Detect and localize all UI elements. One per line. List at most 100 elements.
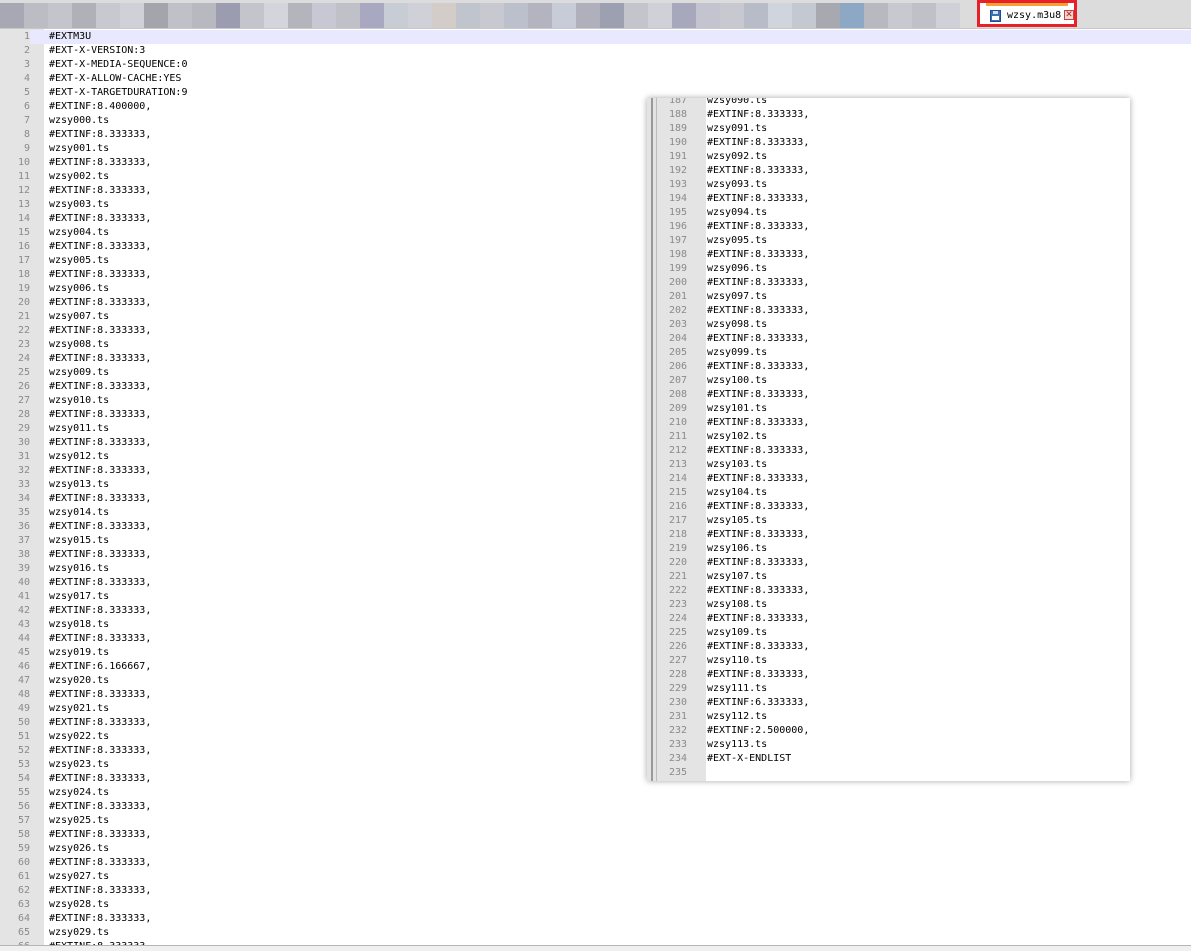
blurred-tab[interactable] <box>144 3 168 28</box>
code-line[interactable]: 65 wzsy029.ts <box>0 926 1191 940</box>
panel-code-line: 188 #EXTINF:8.333333, <box>647 108 1130 122</box>
line-number: 28 <box>17 409 30 420</box>
line-number: 51 <box>17 731 30 742</box>
line-text: wzsy093.ts <box>707 179 768 190</box>
code-line[interactable]: 55 wzsy024.ts <box>0 786 1191 800</box>
blurred-tab[interactable] <box>672 3 696 28</box>
panel-code-line: 203 wzsy098.ts <box>647 318 1130 332</box>
line-text: #EXTINF:8.333333, <box>49 129 152 140</box>
line-text: wzsy106.ts <box>707 543 768 554</box>
blurred-tab[interactable] <box>432 3 456 28</box>
panel-code-line: 227 wzsy110.ts <box>647 654 1130 668</box>
blurred-tab[interactable] <box>648 3 672 28</box>
horizontal-scrollbar[interactable] <box>0 945 1191 951</box>
code-line[interactable]: 57 wzsy025.ts <box>0 814 1191 828</box>
line-text: #EXTINF:8.333333, <box>707 193 810 204</box>
blurred-tab[interactable] <box>24 3 48 28</box>
line-number: 209 <box>668 403 687 414</box>
line-text: wzsy098.ts <box>707 319 768 330</box>
line-text: wzsy029.ts <box>49 927 110 938</box>
line-number: 42 <box>17 605 30 616</box>
blurred-tab[interactable] <box>600 3 624 28</box>
blurred-tab[interactable] <box>528 3 552 28</box>
line-text: #EXTINF:8.333333, <box>49 885 152 896</box>
line-text: wzsy018.ts <box>49 619 110 630</box>
panel-code-line: 232 #EXTINF:2.500000, <box>647 724 1130 738</box>
blurred-tab[interactable] <box>216 3 240 28</box>
blurred-tab[interactable] <box>336 3 360 28</box>
line-text: #EXTINF:8.333333, <box>49 213 152 224</box>
line-number: 45 <box>17 647 30 658</box>
code-line[interactable]: 63 wzsy028.ts <box>0 898 1191 912</box>
line-number: 20 <box>17 297 30 308</box>
blurred-tab[interactable] <box>360 3 384 28</box>
blurred-tab[interactable] <box>816 3 840 28</box>
line-number: 193 <box>668 179 687 190</box>
close-icon[interactable]: ✕ <box>1064 10 1074 20</box>
code-line[interactable]: 4 #EXT-X-ALLOW-CACHE:YES <box>0 72 1191 86</box>
line-number: 19 <box>17 283 30 294</box>
line-text: wzsy092.ts <box>707 151 768 162</box>
blurred-tab[interactable] <box>696 3 720 28</box>
panel-code-line: 206 #EXTINF:8.333333, <box>647 360 1130 374</box>
panel-code-line: 229 wzsy111.ts <box>647 682 1130 696</box>
blurred-tab[interactable] <box>792 3 816 28</box>
blurred-tab[interactable] <box>744 3 768 28</box>
blurred-tab[interactable] <box>504 3 528 28</box>
line-text: #EXTINF:8.333333, <box>49 521 152 532</box>
line-number: 200 <box>668 277 687 288</box>
blurred-tab[interactable] <box>768 3 792 28</box>
code-line[interactable]: 62 #EXTINF:8.333333, <box>0 884 1191 898</box>
panel-code-line: 224 #EXTINF:8.333333, <box>647 612 1130 626</box>
code-line[interactable]: 59 wzsy026.ts <box>0 842 1191 856</box>
line-text: #EXTINF:8.333333, <box>707 221 810 232</box>
tab-bar: wzsy.m3u8 ✕ <box>0 0 1191 28</box>
blurred-tab[interactable] <box>408 3 432 28</box>
line-text: wzsy006.ts <box>49 283 110 294</box>
code-line[interactable]: 58 #EXTINF:8.333333, <box>0 828 1191 842</box>
blurred-tab[interactable] <box>120 3 144 28</box>
line-text: #EXTINF:8.333333, <box>707 529 810 540</box>
code-line[interactable]: 1 #EXTM3U <box>0 30 1191 44</box>
line-number: 213 <box>668 459 687 470</box>
line-number: 24 <box>17 353 30 364</box>
blurred-tab[interactable] <box>912 3 936 28</box>
line-text: wzsy020.ts <box>49 675 110 686</box>
blurred-tab[interactable] <box>312 3 336 28</box>
blurred-tab[interactable] <box>624 3 648 28</box>
blurred-tab[interactable] <box>888 3 912 28</box>
blurred-tab[interactable] <box>480 3 504 28</box>
code-line[interactable]: 61 wzsy027.ts <box>0 870 1191 884</box>
line-number: 196 <box>668 221 687 232</box>
line-number: 55 <box>17 787 30 798</box>
blurred-tab[interactable] <box>864 3 888 28</box>
line-text: wzsy099.ts <box>707 347 768 358</box>
code-line[interactable]: 2 #EXT-X-VERSION:3 <box>0 44 1191 58</box>
line-text: wzsy094.ts <box>707 207 768 218</box>
blurred-tab[interactable] <box>168 3 192 28</box>
code-line[interactable]: 64 #EXTINF:8.333333, <box>0 912 1191 926</box>
line-text: wzsy101.ts <box>707 403 768 414</box>
blurred-tab[interactable] <box>48 3 72 28</box>
blurred-tab[interactable] <box>240 3 264 28</box>
blurred-tab[interactable] <box>192 3 216 28</box>
blurred-tab[interactable] <box>264 3 288 28</box>
line-number: 217 <box>668 515 687 526</box>
blurred-tab[interactable] <box>288 3 312 28</box>
code-line[interactable]: 56 #EXTINF:8.333333, <box>0 800 1191 814</box>
code-line[interactable]: 60 #EXTINF:8.333333, <box>0 856 1191 870</box>
panel-code-line: 197 wzsy095.ts <box>647 234 1130 248</box>
blurred-tab[interactable] <box>720 3 744 28</box>
code-line[interactable]: 3 #EXT-X-MEDIA-SEQUENCE:0 <box>0 58 1191 72</box>
panel-code-line: 202 #EXTINF:8.333333, <box>647 304 1130 318</box>
blurred-tab[interactable] <box>72 3 96 28</box>
tab-wzsy-m3u8[interactable]: wzsy.m3u8 ✕ <box>977 0 1077 27</box>
blurred-tab[interactable] <box>0 3 24 28</box>
blurred-tab[interactable] <box>840 3 864 28</box>
blurred-tab[interactable] <box>576 3 600 28</box>
blurred-tab[interactable] <box>96 3 120 28</box>
blurred-tab[interactable] <box>552 3 576 28</box>
blurred-tab[interactable] <box>456 3 480 28</box>
blurred-tab[interactable] <box>936 3 960 28</box>
blurred-tab[interactable] <box>384 3 408 28</box>
